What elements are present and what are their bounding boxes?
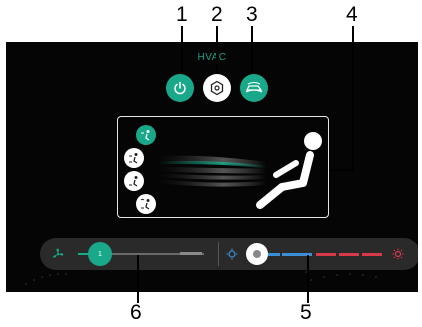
leader-line-4-horizontal bbox=[329, 169, 353, 171]
temperature-knob-dot bbox=[253, 250, 261, 258]
leader-line-6 bbox=[137, 255, 139, 303]
recirculation-button[interactable] bbox=[203, 74, 231, 102]
mode-face-feet-button[interactable] bbox=[124, 148, 144, 168]
leader-line-2 bbox=[216, 26, 218, 74]
feet-airflow-icon bbox=[129, 176, 138, 187]
temperature-slider[interactable] bbox=[242, 238, 388, 270]
bottom-control-bar: 1 bbox=[40, 238, 418, 270]
recirculation-icon bbox=[210, 80, 224, 96]
power-button[interactable] bbox=[166, 74, 194, 102]
face-feet-airflow-icon bbox=[129, 153, 138, 164]
leader-line-4-vertical bbox=[352, 26, 354, 170]
hvac-title: HVAC bbox=[197, 52, 227, 63]
leader-line-5 bbox=[307, 255, 309, 303]
callout-4: 4 bbox=[346, 3, 358, 26]
fan-speed-track-segment bbox=[180, 252, 202, 255]
fan-icon bbox=[53, 248, 64, 258]
seated-passenger-icon bbox=[256, 132, 322, 209]
mode-feet-button[interactable] bbox=[124, 171, 144, 191]
leader-line-1 bbox=[181, 26, 183, 74]
callout-6: 6 bbox=[130, 301, 142, 324]
air-intake-button[interactable] bbox=[240, 74, 268, 102]
airflow-panel bbox=[117, 116, 329, 218]
hot-temperature-icon bbox=[392, 248, 404, 260]
fan-speed-fill bbox=[78, 253, 88, 255]
leader-line-3 bbox=[251, 26, 253, 74]
temperature-track-hot bbox=[316, 253, 382, 256]
callout-5: 5 bbox=[300, 301, 312, 324]
power-icon bbox=[174, 81, 186, 95]
cold-temperature-icon bbox=[226, 248, 238, 260]
callout-3: 3 bbox=[246, 3, 258, 26]
feet-defrost-airflow-icon bbox=[140, 198, 150, 210]
air-intake-icon bbox=[245, 81, 263, 93]
callout-2: 2 bbox=[211, 3, 223, 26]
control-divider bbox=[218, 242, 219, 266]
callout-1: 1 bbox=[176, 3, 188, 26]
fan-speed-slider[interactable]: 1 bbox=[70, 238, 210, 270]
fan-speed-value: 1 bbox=[98, 250, 102, 258]
temperature-knob[interactable] bbox=[246, 243, 268, 265]
mode-face-button[interactable] bbox=[136, 125, 156, 145]
fan-speed-knob[interactable]: 1 bbox=[88, 242, 112, 266]
mode-feet-defrost-button[interactable] bbox=[136, 194, 156, 214]
hvac-screen: HVAC 1 bbox=[6, 42, 418, 292]
face-airflow-icon bbox=[141, 130, 150, 141]
